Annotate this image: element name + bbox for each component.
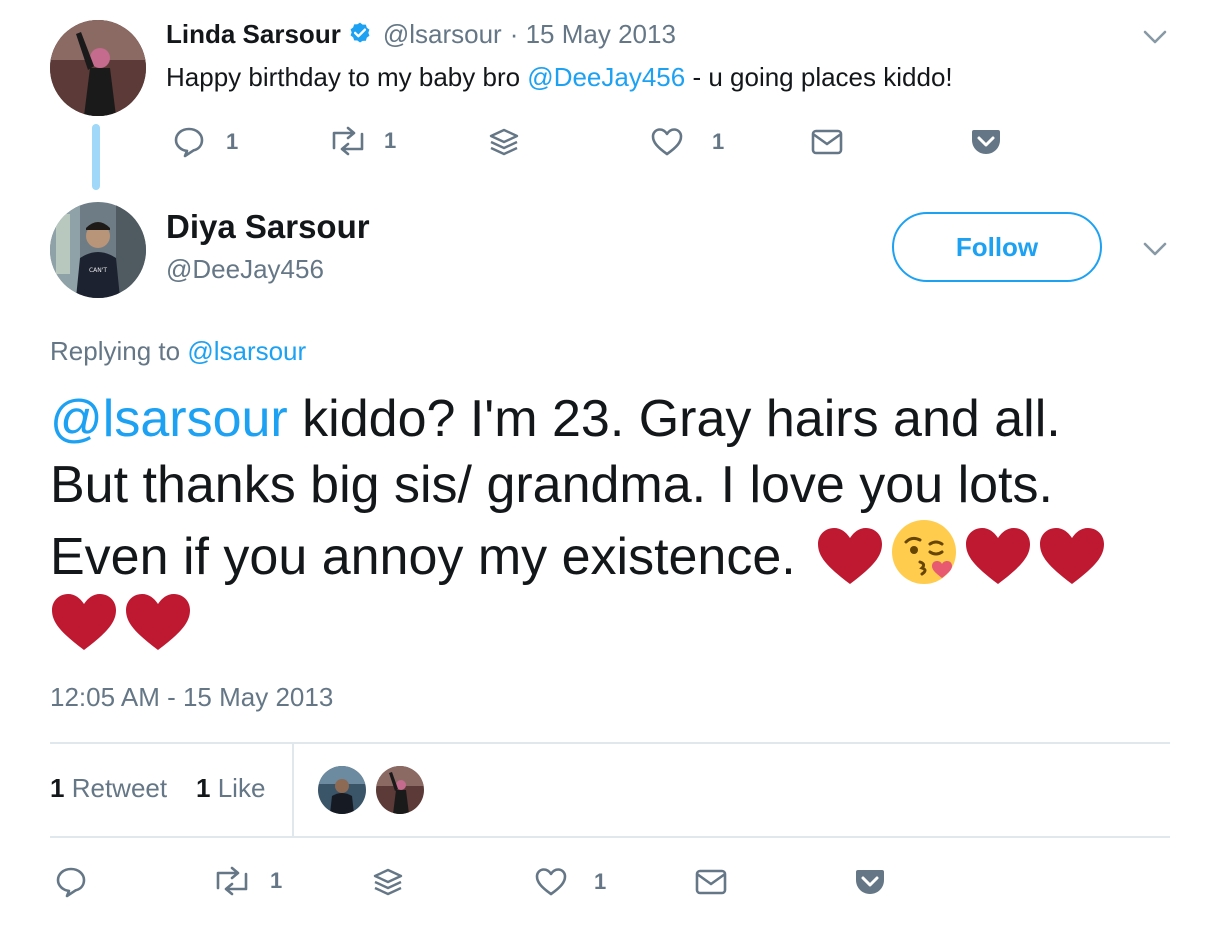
replying-to-handle-link[interactable]: @lsarsour [187,336,306,366]
like-icon [534,866,568,898]
pocket-icon[interactable] [970,126,1002,158]
main-author-name[interactable]: Diya Sarsour [166,208,370,246]
like-icon [650,126,684,158]
retweet-icon [212,866,252,896]
parent-author-name[interactable]: Linda Sarsour [166,19,341,50]
parent-text-before: Happy birthday to my baby bro [166,62,528,92]
tweet-text-line-3-text: Even if you annoy my existence. [50,528,811,586]
red-heart-emoji [124,592,192,652]
parent-like-count: 1 [712,129,725,154]
parent-tweet-text: Happy birthday to my baby bro @DeeJay456… [166,60,953,94]
direct-message-icon[interactable] [810,127,844,157]
parent-reply-action[interactable]: 1 [172,126,238,158]
parent-text-after: - u going places kiddo! [685,62,953,92]
replying-to-prefix: Replying to [50,336,188,366]
thread-connector-line [92,124,100,190]
stats-divider-top [50,742,1170,744]
red-heart-emoji [50,592,118,652]
parent-tweet-date[interactable]: · 15 May 2013 [510,19,676,50]
replying-to-line: Replying to @lsarsour [50,336,306,367]
reply-icon [172,126,206,158]
chevron-down-icon[interactable] [1140,22,1170,52]
main-like-action[interactable]: 1 [534,866,606,898]
stats-divider-bottom [50,836,1170,838]
parent-retweet-count: 1 [384,128,397,153]
main-mention-link[interactable]: @lsarsour [50,390,288,448]
main-like-count: 1 [594,869,607,894]
parent-author-handle[interactable]: @lsarsour [383,19,502,50]
red-heart-emoji [816,526,884,586]
direct-message-icon[interactable] [694,867,728,897]
reply-icon[interactable] [54,866,88,898]
tweet-timestamp[interactable]: 12:05 AM - 15 May 2013 [50,682,333,713]
svg-text:CAN'T: CAN'T [89,267,107,274]
likes-label: Like [217,773,266,803]
retweets-stat[interactable]: 1 Retweet [50,773,167,804]
chevron-down-icon[interactable] [1140,234,1170,264]
main-author-avatar[interactable]: CAN'T [50,202,146,298]
tweet-text-line-1-rest: kiddo? I'm 23. Gray hairs and all. [287,390,1061,448]
main-tweet-actions: 1 1 [50,862,930,902]
parent-reply-count: 1 [226,129,239,154]
main-retweet-count: 1 [270,868,283,893]
likes-count: 1 [196,773,211,803]
face-blowing-kiss-emoji [890,518,958,586]
verified-badge-icon [347,21,373,47]
stack-icon[interactable] [372,866,404,898]
tweet-text-line-2: But thanks big sis/ grandma. I love you … [50,456,1053,514]
red-heart-emoji [964,526,1032,586]
likes-stat[interactable]: 1 Like [196,773,265,804]
parent-tweet-actions: 1 1 1 [166,122,1046,162]
retweets-label: Retweet [71,773,168,803]
follow-button[interactable]: Follow [892,212,1102,282]
tweet-text-line-1: @lsarsour kiddo? I'm 23. Gray hairs and … [50,386,1190,452]
parent-author-avatar[interactable] [50,20,146,116]
stats-divider-vertical [292,744,294,836]
liker-avatar[interactable] [318,766,366,814]
main-tweet-text: @lsarsour kiddo? I'm 23. Gray hairs and … [50,386,1190,656]
red-heart-emoji [1038,526,1106,586]
retweet-icon [328,126,368,156]
parent-mention-link[interactable]: @DeeJay456 [527,62,685,92]
stack-icon[interactable] [488,126,520,158]
tweet-text-line-4 [44,590,1190,656]
main-retweet-action[interactable]: 1 [212,866,282,896]
parent-tweet-header: Linda Sarsour @lsarsour · 15 May 2013 [166,18,676,50]
parent-like-action[interactable]: 1 [650,126,724,158]
tweet-text-line-3: Even if you annoy my existence. [50,518,1190,590]
liker-avatar[interactable] [376,766,424,814]
retweets-count: 1 [50,773,65,803]
main-author-handle[interactable]: @DeeJay456 [166,254,324,285]
pocket-icon[interactable] [854,866,886,898]
parent-retweet-action[interactable]: 1 [328,126,396,156]
